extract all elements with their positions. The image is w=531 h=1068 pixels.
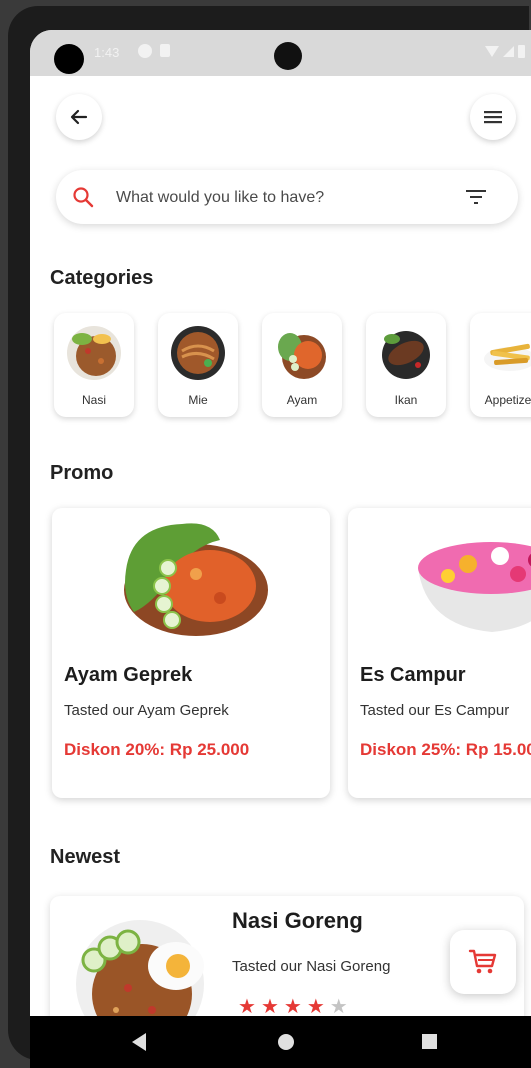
category-card-ikan[interactable]: Ikan — [366, 313, 446, 417]
phone-frame: 1:43 What would you like to have? Catego… — [8, 6, 531, 1068]
appetizer-image — [484, 343, 531, 371]
star-filled-icon: ★ — [306, 996, 330, 1018]
promo-discount: Diskon 25%: Rp 15.000 — [360, 740, 531, 759]
promo-heading: Promo — [50, 462, 114, 484]
wifi-icon — [485, 46, 499, 57]
nasi-image — [67, 326, 121, 380]
category-card-ayam[interactable]: Ayam — [262, 313, 342, 417]
notification-icon — [138, 44, 152, 58]
back-button[interactable] — [56, 94, 102, 140]
star-filled-icon: ★ — [260, 996, 284, 1018]
promo-card-es-campur[interactable]: Es Campur Tasted our Es Campur Diskon 25… — [348, 508, 531, 798]
status-icons — [485, 45, 525, 58]
front-camera — [274, 42, 302, 70]
promo-name: Ayam Geprek — [64, 664, 193, 686]
status-bar: 1:43 — [30, 30, 531, 76]
category-label: Mie — [188, 393, 208, 407]
star-filled-icon: ★ — [283, 996, 307, 1018]
promo-description: Tasted our Ayam Geprek — [64, 702, 229, 719]
sim-card-icon — [160, 44, 170, 57]
category-list: Nasi Mie Ayam Ikan Appetizer — [54, 313, 531, 417]
battery-icon — [518, 45, 525, 58]
category-label: Ikan — [394, 393, 418, 407]
category-card-mie[interactable]: Mie — [158, 313, 238, 417]
signal-icon — [503, 46, 514, 57]
search-bar[interactable] — [56, 170, 518, 224]
es-campur-image — [418, 542, 531, 632]
ayam-image — [278, 333, 326, 379]
categories-heading: Categories — [50, 267, 154, 289]
mie-image — [171, 326, 225, 380]
category-card-nasi[interactable]: Nasi — [54, 313, 134, 417]
cart-icon — [468, 949, 497, 974]
status-time: 1:43 — [94, 45, 120, 60]
category-label: Ayam — [286, 393, 318, 407]
category-card-appetizer[interactable]: Appetizer — [470, 313, 531, 417]
newest-name: Nasi Goreng — [232, 908, 363, 933]
search-icon — [73, 187, 94, 208]
promo-discount: Diskon 20%: Rp 25.000 — [64, 740, 250, 759]
newest-heading: Newest — [50, 846, 121, 868]
promo-description: Tasted our Es Campur — [360, 702, 510, 719]
app-screen: 1:43 What would you like to have? Catego… — [30, 30, 531, 1068]
system-nav-bar — [30, 1016, 531, 1068]
filter-icon[interactable] — [464, 188, 488, 206]
hamburger-icon — [484, 111, 502, 124]
nav-home-icon[interactable] — [278, 1034, 294, 1050]
ikan-image — [382, 331, 430, 379]
promo-name: Es Campur — [360, 664, 466, 686]
newest-description: Tasted our Nasi Goreng — [232, 958, 391, 975]
arrow-left-icon — [70, 109, 88, 125]
category-label: Nasi — [81, 393, 106, 407]
star-empty-icon: ★ — [329, 996, 353, 1018]
menu-button[interactable] — [470, 94, 516, 140]
promo-card-ayam-geprek[interactable]: Ayam Geprek Tasted our Ayam Geprek Disko… — [52, 508, 330, 798]
nav-recents-icon[interactable] — [422, 1034, 437, 1049]
camera-cutout — [54, 44, 84, 74]
ayam-geprek-image — [124, 523, 268, 636]
nav-back-icon[interactable] — [132, 1033, 146, 1051]
category-label: Appetizer — [484, 393, 531, 407]
star-filled-icon: ★ — [238, 996, 261, 1018]
search-input[interactable] — [114, 180, 448, 216]
cart-button[interactable] — [450, 930, 516, 994]
